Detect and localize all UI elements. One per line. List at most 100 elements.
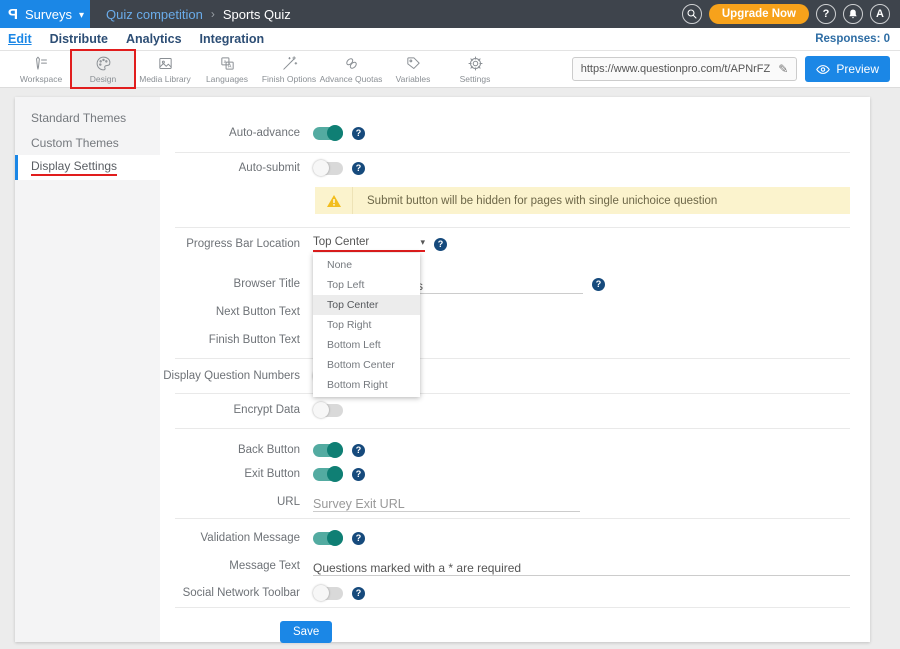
message-text-input[interactable]: Questions marked with a * are required xyxy=(313,556,850,576)
tab-distribute[interactable]: Distribute xyxy=(50,32,108,46)
toolbar-item-languages[interactable]: aA Languages xyxy=(196,51,258,87)
menu-option-top-right[interactable]: Top Right xyxy=(313,315,420,335)
preview-button[interactable]: Preview xyxy=(805,56,890,82)
finish-button-text-row: Finish Button Text xyxy=(160,328,850,352)
eye-icon xyxy=(816,64,830,75)
divider xyxy=(175,358,850,359)
toolbar-item-media-library[interactable]: Media Library xyxy=(134,51,196,87)
toolbar-item-settings[interactable]: Settings xyxy=(444,51,506,87)
back-button-help-icon[interactable] xyxy=(352,444,365,457)
divider xyxy=(175,607,850,608)
design-palette-icon xyxy=(95,55,112,72)
responses-count[interactable]: Responses: 0 xyxy=(815,33,890,45)
tab-edit[interactable]: Edit xyxy=(8,32,32,46)
breadcrumb: Quiz competition › Sports Quiz xyxy=(106,7,291,22)
auto-submit-toggle[interactable] xyxy=(313,162,343,175)
questionpro-logo-icon: P xyxy=(8,6,18,23)
encrypt-data-row: Encrypt Data xyxy=(160,398,850,422)
settings-gear-icon xyxy=(467,55,484,72)
upgrade-now-button[interactable]: Upgrade Now xyxy=(709,4,809,24)
message-text-row: Message Text Questions marked with a * a… xyxy=(160,554,850,578)
auto-submit-warning: Submit button will be hidden for pages w… xyxy=(315,187,850,214)
exit-button-row: Exit Button xyxy=(160,462,850,486)
search-icon[interactable] xyxy=(682,4,702,24)
warning-text: Submit button will be hidden for pages w… xyxy=(353,187,717,214)
warning-triangle-icon xyxy=(326,194,342,208)
divider xyxy=(175,227,850,228)
validation-message-help-icon[interactable] xyxy=(352,532,365,545)
toolbar-item-finish-options[interactable]: Finish Options xyxy=(258,51,320,87)
social-network-toolbar-toggle[interactable] xyxy=(313,587,343,600)
exit-url-row: URL Survey Exit URL xyxy=(160,490,850,514)
design-sidebar: Standard Themes Custom Themes Display Se… xyxy=(15,97,160,642)
browser-title-help-icon[interactable] xyxy=(592,278,605,291)
sidebar-item-display-settings[interactable]: Display Settings xyxy=(15,155,160,180)
social-network-toolbar-row: Social Network Toolbar xyxy=(160,581,850,605)
breadcrumb-folder[interactable]: Quiz competition xyxy=(106,7,203,22)
progress-bar-location-menu: None Top Left Top Center Top Right Botto… xyxy=(313,253,420,397)
svg-text:A: A xyxy=(227,63,231,69)
edit-toolbar: Workspace Design Media Library aA Langua… xyxy=(0,50,900,88)
exit-url-input[interactable]: Survey Exit URL xyxy=(313,492,580,512)
divider xyxy=(175,518,850,519)
progress-bar-location-row: Progress Bar Location Top Center None To… xyxy=(160,232,850,256)
toolbar-item-advance-quotas[interactable]: Advance Quotas xyxy=(320,51,382,87)
menu-option-bottom-right[interactable]: Bottom Right xyxy=(313,375,420,395)
chevron-down-icon xyxy=(79,5,84,23)
surveys-product-menu[interactable]: P Surveys xyxy=(0,0,90,28)
select-caret-icon xyxy=(420,236,425,248)
progress-bar-location-select[interactable]: Top Center xyxy=(313,236,425,252)
toolbar-right-group: https://www.questionpro.com/t/APNrFZ ✎ P… xyxy=(572,56,890,82)
sidebar-item-standard-themes[interactable]: Standard Themes xyxy=(15,105,160,130)
survey-section-nav: Edit Distribute Analytics Integration Re… xyxy=(0,28,900,50)
display-settings-panel: Standard Themes Custom Themes Display Se… xyxy=(15,97,870,642)
menu-option-bottom-left[interactable]: Bottom Left xyxy=(313,335,420,355)
display-question-numbers-row: Display Question Numbers xyxy=(160,364,850,388)
workspace-pen-icon xyxy=(33,55,50,72)
tab-integration[interactable]: Integration xyxy=(200,32,265,46)
advance-quotas-link-icon xyxy=(343,55,360,72)
auto-advance-toggle[interactable] xyxy=(313,127,343,140)
menu-option-none[interactable]: None xyxy=(313,255,420,275)
questionpro-design-page: P Surveys Quiz competition › Sports Quiz… xyxy=(0,0,900,649)
languages-translate-icon: aA xyxy=(219,55,236,72)
exit-button-help-icon[interactable] xyxy=(352,468,365,481)
breadcrumb-separator-icon: › xyxy=(211,7,215,21)
toolbar-item-variables[interactable]: Variables xyxy=(382,51,444,87)
menu-option-top-center[interactable]: Top Center xyxy=(313,295,420,315)
product-name: Surveys xyxy=(25,7,72,22)
tab-analytics[interactable]: Analytics xyxy=(126,32,182,46)
notifications-bell-icon[interactable] xyxy=(843,4,863,24)
back-button-row: Back Button xyxy=(160,438,850,462)
auto-submit-help-icon[interactable] xyxy=(352,162,365,175)
menu-option-top-left[interactable]: Top Left xyxy=(313,275,420,295)
edit-url-pencil-icon[interactable]: ✎ xyxy=(778,62,788,76)
validation-message-row: Validation Message xyxy=(160,526,850,550)
auto-advance-help-icon[interactable] xyxy=(352,127,365,140)
divider xyxy=(175,393,850,394)
progress-bar-help-icon[interactable] xyxy=(434,238,447,251)
variables-tag-icon xyxy=(405,55,422,72)
divider xyxy=(175,152,850,153)
save-button[interactable]: Save xyxy=(280,621,332,643)
topbar-actions: Upgrade Now ? A xyxy=(682,4,900,24)
survey-url-field[interactable]: https://www.questionpro.com/t/APNrFZ ✎ xyxy=(572,57,798,81)
survey-url-text: https://www.questionpro.com/t/APNrFZ xyxy=(581,63,771,75)
sidebar-item-custom-themes[interactable]: Custom Themes xyxy=(15,130,160,155)
toolbar-item-workspace[interactable]: Workspace xyxy=(10,51,72,87)
help-circle-icon[interactable]: ? xyxy=(816,4,836,24)
social-network-toolbar-help-icon[interactable] xyxy=(352,587,365,600)
auto-submit-row: Auto-submit xyxy=(160,156,850,180)
divider xyxy=(175,428,850,429)
menu-option-bottom-center[interactable]: Bottom Center xyxy=(313,355,420,375)
encrypt-data-toggle[interactable] xyxy=(313,404,343,417)
breadcrumb-survey-title: Sports Quiz xyxy=(223,7,291,22)
next-button-text-row: Next Button Text xyxy=(160,300,850,324)
top-bar: P Surveys Quiz competition › Sports Quiz… xyxy=(0,0,900,28)
avatar[interactable]: A xyxy=(870,4,890,24)
exit-button-toggle[interactable] xyxy=(313,468,343,481)
back-button-toggle[interactable] xyxy=(313,444,343,457)
svg-text:a: a xyxy=(223,60,226,65)
validation-message-toggle[interactable] xyxy=(313,532,343,545)
toolbar-item-design[interactable]: Design xyxy=(72,51,134,87)
